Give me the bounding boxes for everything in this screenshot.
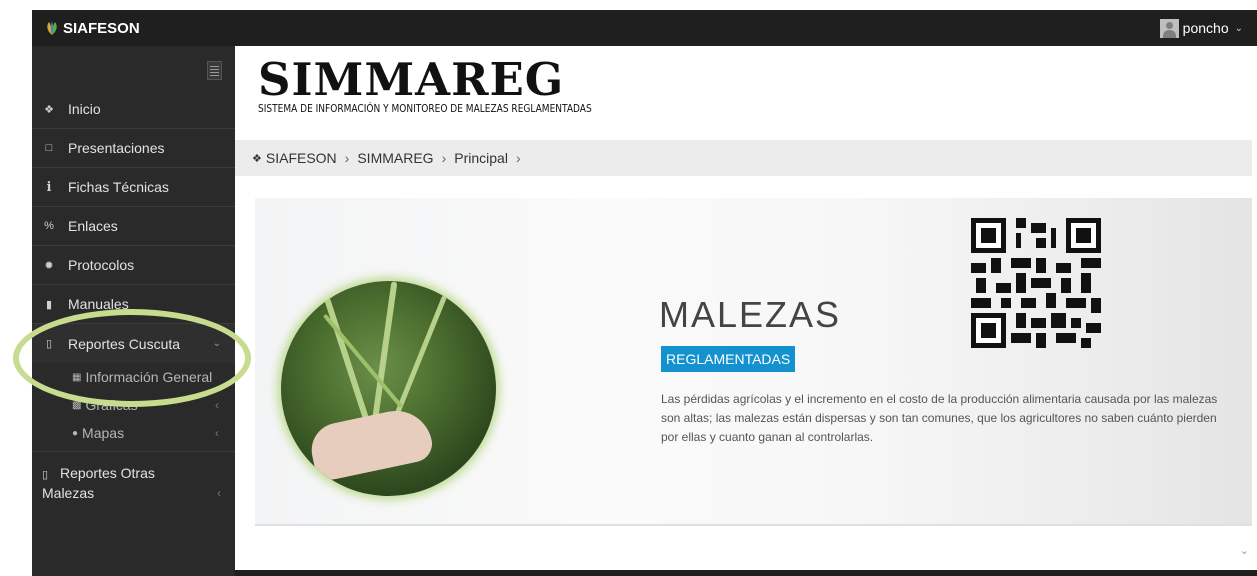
menu-toggle-button[interactable] [207,61,222,80]
gear-icon: ✹ [44,259,54,272]
hero-banner: MALEZAS REGLAMENTADAS Las pérdidas agríc… [255,198,1252,526]
sidebar-item-protocolos[interactable]: ✹ Protocolos [32,246,235,285]
submenu-item-mapas[interactable]: ● Mapas ‹ [32,419,235,447]
sidebar-item-label: Presentaciones [68,140,165,156]
sidebar-item-enlaces[interactable]: % Enlaces [32,207,235,246]
page-subtitle: SISTEMA DE INFORMACIÓN Y MONITOREO DE MA… [258,102,592,115]
file-icon: ▯ [42,469,49,481]
page-title: SIMMAREG [258,53,565,106]
link-icon: % [44,220,54,232]
qr-code [971,218,1101,348]
home-icon: ❖ [252,152,262,165]
chevron-left-icon: ‹ [215,426,219,440]
map-marker-icon: ● [72,427,79,439]
breadcrumb-item[interactable]: SIMMAREG [357,150,433,166]
sidebar-menu: ❖ Inicio □ Presentaciones i Fichas Técni… [32,90,235,510]
user-menu[interactable]: poncho ⌄ [1159,10,1243,46]
breadcrumb-separator: › [515,150,521,166]
sidebar-item-fichas-tecnicas[interactable]: i Fichas Técnicas [32,168,235,207]
folder-icon: □ [45,142,53,154]
chevron-down-icon[interactable]: ⌄ [1240,544,1249,557]
sidebar-item-label: Fichas Técnicas [68,179,169,195]
top-navbar: SIAFESON poncho ⌄ [32,10,1257,46]
highlight-ellipse [13,309,251,407]
breadcrumb-item[interactable]: SIAFESON [266,150,337,166]
sidebar-item-reportes-otras-malezas[interactable]: ▯ Reportes Otras Malezas ‹ [32,452,235,510]
sidebar-item-label-line2: Malezas [42,485,95,501]
hero-badge: REGLAMENTADAS [661,346,796,372]
home-icon: ❖ [44,103,54,116]
brand-name: SIAFESON [63,19,140,37]
sidebar-item-label-line1: Reportes Otras [59,465,155,481]
hero-description: Las pérdidas agrícolas y el incremento e… [661,392,1218,444]
submenu-item-label: Mapas [82,425,125,441]
sidebar-item-label: Enlaces [68,218,118,234]
chevron-left-icon: ‹ [215,398,219,412]
user-name: poncho [1182,20,1229,36]
hero-title: MALEZAS [659,294,842,335]
chevron-down-icon: ⌄ [1234,22,1243,34]
breadcrumb-separator: › [441,150,447,166]
chevron-left-icon: ‹ [217,486,221,500]
sidebar-item-inicio[interactable]: ❖ Inicio [32,90,235,129]
brand[interactable]: SIAFESON [44,10,140,46]
sidebar-item-label: Inicio [68,101,101,117]
breadcrumb-item[interactable]: Principal [454,150,508,166]
leaf-logo-icon [47,21,57,35]
avatar [1159,18,1179,38]
weed-photo [281,281,496,496]
breadcrumb: ❖ SIAFESON › SIMMAREG › Principal › [235,140,1252,176]
breadcrumb-separator: › [344,150,350,166]
book-icon: ▮ [45,298,53,311]
sidebar-item-presentaciones[interactable]: □ Presentaciones [32,129,235,168]
sidebar-item-label: Protocolos [68,257,135,273]
footer-bar [235,570,1257,576]
info-icon: i [46,179,52,195]
